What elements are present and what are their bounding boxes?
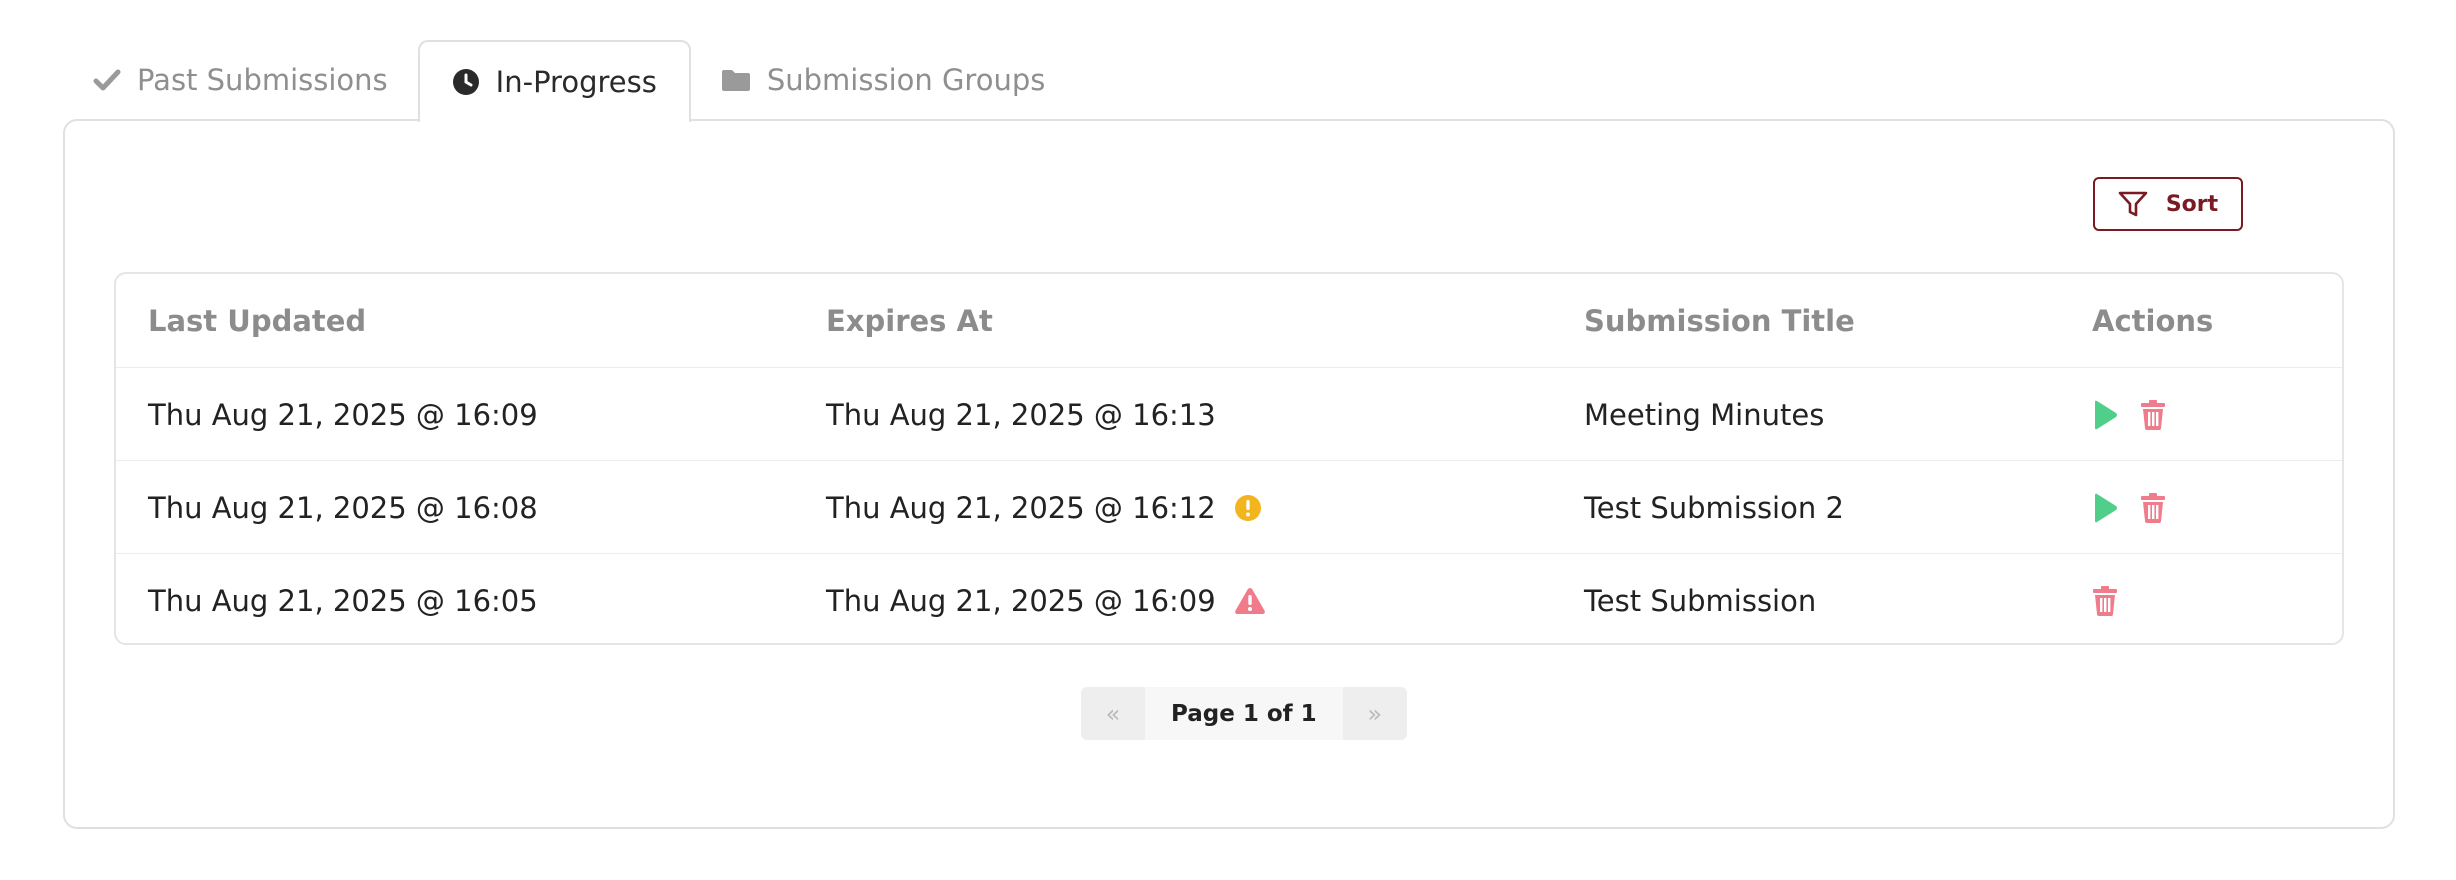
expires-at-text: Thu Aug 21, 2025 @ 16:09 (826, 583, 1216, 618)
prev-page-button[interactable]: « (1081, 687, 1145, 740)
header-last-updated[interactable]: Last Updated (148, 274, 366, 367)
next-page-button[interactable]: » (1343, 687, 1407, 740)
expires-at-text: Thu Aug 21, 2025 @ 16:13 (826, 397, 1216, 432)
clock-icon (452, 68, 480, 96)
tab-past-submissions[interactable]: Past Submissions (63, 40, 418, 120)
sort-button[interactable]: Sort (2093, 177, 2243, 231)
delete-trash-icon[interactable] (2140, 492, 2166, 523)
header-actions: Actions (2092, 303, 2214, 338)
actions-cell (2092, 368, 2166, 461)
tab-label: Submission Groups (766, 63, 1046, 97)
resume-play-icon[interactable] (2092, 493, 2118, 523)
tab-bar: Past Submissions In-Progress Submission … (63, 40, 1076, 122)
expires-at-text: Thu Aug 21, 2025 @ 16:12 (826, 490, 1216, 525)
table-row: Thu Aug 21, 2025 @ 16:05 Thu Aug 21, 202… (116, 553, 2342, 646)
page-indicator: Page 1 of 1 (1145, 687, 1343, 740)
exclamation-circle-icon (1234, 494, 1262, 522)
table-header-row: Last Updated Expires At Submission Title… (116, 274, 2342, 367)
header-submission-title[interactable]: Submission Title (1584, 274, 1855, 367)
tab-label: In-Progress (495, 65, 657, 99)
resume-play-icon[interactable] (2092, 400, 2118, 430)
submission-title-cell: Test Submission 2 (1584, 490, 1844, 525)
tab-in-progress[interactable]: In-Progress (417, 40, 691, 122)
expires-at-cell: Thu Aug 21, 2025 @ 16:13 (826, 368, 1216, 461)
expires-at-cell: Thu Aug 21, 2025 @ 16:12 (826, 461, 1262, 554)
submission-title-cell: Test Submission (1584, 583, 1817, 618)
tab-label: Past Submissions (137, 63, 388, 97)
submission-title-cell: Meeting Minutes (1584, 397, 1825, 432)
in-progress-table: Last Updated Expires At Submission Title… (114, 272, 2344, 645)
warning-triangle-icon (1234, 587, 1266, 615)
last-updated-cell: Thu Aug 21, 2025 @ 16:08 (148, 490, 538, 525)
last-updated-cell: Thu Aug 21, 2025 @ 16:05 (148, 583, 538, 618)
header-expires-at[interactable]: Expires At (826, 274, 993, 367)
check-icon (93, 68, 121, 92)
last-updated-cell: Thu Aug 21, 2025 @ 16:09 (148, 397, 538, 432)
actions-cell (2092, 554, 2118, 647)
filter-icon (2118, 190, 2148, 218)
delete-trash-icon[interactable] (2092, 585, 2118, 616)
pagination: « Page 1 of 1 » (1081, 687, 1407, 740)
table-row: Thu Aug 21, 2025 @ 16:08 Thu Aug 21, 202… (116, 460, 2342, 553)
table-row: Thu Aug 21, 2025 @ 16:09 Thu Aug 21, 202… (116, 367, 2342, 460)
sort-label: Sort (2165, 191, 2219, 217)
actions-cell (2092, 461, 2166, 554)
tab-submission-groups[interactable]: Submission Groups (691, 40, 1076, 120)
folder-icon (721, 68, 751, 92)
delete-trash-icon[interactable] (2140, 399, 2166, 430)
expires-at-cell: Thu Aug 21, 2025 @ 16:09 (826, 554, 1266, 647)
